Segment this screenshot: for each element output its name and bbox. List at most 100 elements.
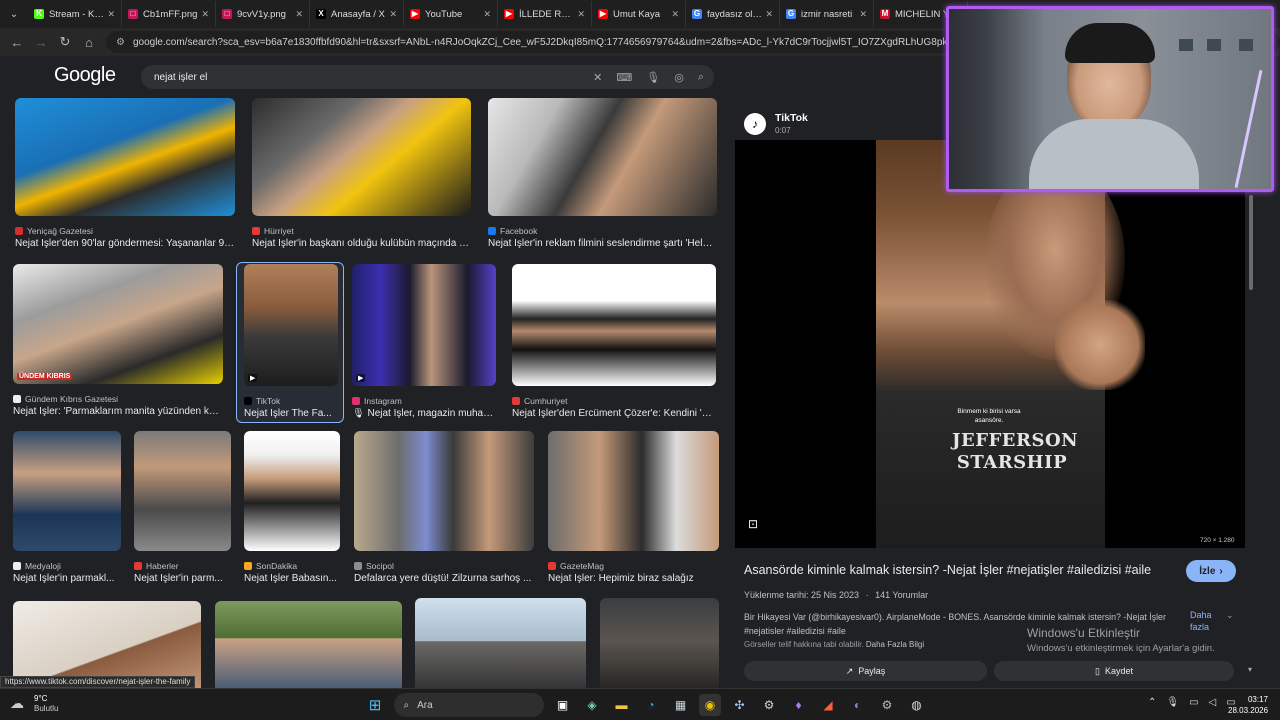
- gear-icon[interactable]: ⚙: [876, 694, 898, 716]
- site-info-icon[interactable]: ⚙: [116, 37, 125, 48]
- result-thumbnail[interactable]: [13, 431, 121, 551]
- result-source[interactable]: Haberler: [134, 561, 179, 571]
- tab-close-icon[interactable]: ✕: [671, 9, 679, 20]
- tab-close-icon[interactable]: ✕: [483, 9, 491, 20]
- result-title[interactable]: Nejat İşler'in başkanı olduğu kulübün ma…: [252, 238, 471, 249]
- app-icon[interactable]: ♦: [788, 694, 810, 716]
- tab-close-icon[interactable]: ✕: [577, 9, 585, 20]
- share-button[interactable]: ↗ Paylaş: [744, 661, 987, 681]
- store-icon[interactable]: ▦: [670, 694, 692, 716]
- chrome-icon[interactable]: ◉: [699, 694, 721, 716]
- browser-tab[interactable]: ▶ İLLEDE ROM ✕: [498, 1, 592, 27]
- google-logo[interactable]: Google: [54, 64, 116, 87]
- result-thumbnail[interactable]: [512, 264, 716, 386]
- keyboard-icon[interactable]: ⌨: [616, 71, 632, 84]
- network-icon[interactable]: ▭: [1189, 697, 1198, 708]
- file-explorer-icon[interactable]: ▬: [611, 694, 633, 716]
- browser-tab[interactable]: ▶ YouTube ✕: [404, 1, 498, 27]
- settings-app-icon[interactable]: ✣: [729, 694, 751, 716]
- search-box[interactable]: nejat işler el ✕ ⌨ 🎙 ◎ ⌕: [141, 65, 714, 89]
- tab-close-icon[interactable]: ✕: [765, 9, 773, 20]
- tab-search-icon[interactable]: ⌄: [4, 4, 24, 24]
- result-source[interactable]: Medyaloji: [13, 561, 61, 571]
- browser-tab[interactable]: K Stream - Kick ✕: [28, 1, 122, 27]
- result-source[interactable]: Yeniçağ Gazetesi: [15, 226, 93, 236]
- result-thumbnail[interactable]: [600, 598, 719, 688]
- result-thumbnail[interactable]: ▶: [352, 264, 496, 386]
- result-thumbnail[interactable]: [252, 98, 471, 216]
- chevron-down-icon[interactable]: ⌄: [1226, 610, 1234, 621]
- result-title[interactable]: Nejat İşler'in reklam filmini seslendirm…: [488, 238, 717, 249]
- forward-icon[interactable]: →: [30, 31, 52, 53]
- lens-icon[interactable]: ◎: [674, 71, 684, 84]
- widgets-icon[interactable]: ◈: [581, 694, 603, 716]
- result-thumbnail[interactable]: [354, 431, 534, 551]
- browser-tab[interactable]: X Anasayfa / X ✕: [310, 1, 404, 27]
- result-source[interactable]: GazeteMag: [548, 561, 604, 571]
- browser-tab[interactable]: Gfaydasız olan ✕: [686, 1, 780, 27]
- back-icon[interactable]: ←: [6, 31, 28, 53]
- result-source[interactable]: Instagram: [352, 396, 402, 406]
- more-info-link[interactable]: Daha Fazla Bilgi: [866, 640, 924, 649]
- reload-icon[interactable]: ↻: [54, 31, 76, 53]
- chevron-up-icon[interactable]: ⌃: [1148, 697, 1156, 708]
- result-source[interactable]: Hürriyet: [252, 226, 294, 236]
- clear-icon[interactable]: ✕: [593, 71, 602, 84]
- video-title[interactable]: Asansörde kiminle kalmak istersin? -Neja…: [744, 563, 1151, 577]
- microphone-icon[interactable]: 🎙: [1166, 697, 1179, 708]
- result-thumbnail[interactable]: ÜNDEM KIBRIS: [13, 264, 223, 384]
- start-icon[interactable]: ⊞: [364, 694, 386, 716]
- save-button[interactable]: ▯ Kaydet: [994, 661, 1234, 681]
- browser-tab[interactable]: ▶ Umut Kaya ✕: [592, 1, 686, 27]
- volume-icon[interactable]: ◁: [1209, 697, 1217, 708]
- result-source[interactable]: TikTok: [244, 396, 280, 406]
- source-header[interactable]: ♪ TikTok 0:07: [744, 112, 808, 135]
- result-source[interactable]: Socipol: [354, 561, 394, 571]
- result-source[interactable]: Facebook: [488, 226, 537, 236]
- result-thumbnail[interactable]: [548, 431, 719, 551]
- task-view-icon[interactable]: ▣: [552, 694, 574, 716]
- microphone-icon[interactable]: 🎙: [646, 71, 660, 84]
- discord-icon[interactable]: ◐: [847, 694, 869, 716]
- result-title[interactable]: Nejat İşler'in parm...: [134, 573, 234, 584]
- tab-close-icon[interactable]: ✕: [201, 9, 209, 20]
- result-title[interactable]: 🎙 Nejat İşler, magazin muhab...: [352, 408, 496, 419]
- result-thumbnail[interactable]: [15, 98, 235, 216]
- result-thumbnail[interactable]: ▶: [244, 264, 338, 386]
- video-preview[interactable]: [735, 140, 1245, 548]
- search-input[interactable]: nejat işler el: [154, 72, 579, 83]
- browser-tab[interactable]: □ 9cvV1y.png ✕: [216, 1, 310, 27]
- tab-close-icon[interactable]: ✕: [295, 9, 303, 20]
- result-title[interactable]: Nejat İşler The Fa...: [244, 408, 336, 419]
- result-title[interactable]: Nejat İşler'den 90'lar göndermesi: Yaşan…: [15, 238, 235, 249]
- edge-icon[interactable]: ◔: [640, 694, 662, 716]
- result-thumbnail[interactable]: [13, 601, 201, 688]
- tab-close-icon[interactable]: ✕: [389, 9, 397, 20]
- result-title[interactable]: Nejat İşler'in parmakl...: [13, 573, 121, 584]
- tab-close-icon[interactable]: ✕: [859, 9, 867, 20]
- result-thumbnail[interactable]: [488, 98, 717, 216]
- result-title[interactable]: Defalarca yere düştü! Zilzurna sarhoş ..…: [354, 573, 534, 584]
- browser-tab[interactable]: Gizmir nasreti ✕: [780, 1, 874, 27]
- obs-icon[interactable]: ◍: [906, 694, 928, 716]
- home-icon[interactable]: ⌂: [78, 31, 100, 53]
- result-title[interactable]: Nejat İşler'den Ercüment Çözer'e: Kendin…: [512, 408, 716, 419]
- result-title[interactable]: Nejat İşler: 'Parmaklarım manita yüzünde…: [13, 406, 223, 417]
- result-title[interactable]: Nejat İşler: Hepimiz biraz salağız: [548, 573, 719, 584]
- taskbar-search[interactable]: ⌕ Ara: [393, 693, 544, 717]
- result-thumbnail[interactable]: [415, 598, 586, 688]
- search-icon[interactable]: ⌕: [698, 71, 704, 84]
- watch-button[interactable]: İzle ›: [1186, 560, 1236, 582]
- recorder-icon[interactable]: ◢: [817, 694, 839, 716]
- result-thumbnail[interactable]: [244, 431, 340, 551]
- lens-search-icon[interactable]: ⊡: [748, 517, 764, 533]
- result-source[interactable]: SonDakika: [244, 561, 297, 571]
- result-source[interactable]: Cumhuriyet: [512, 396, 567, 406]
- result-thumbnail[interactable]: [134, 431, 231, 551]
- panel-scrollbar[interactable]: [1249, 195, 1253, 290]
- tab-close-icon[interactable]: ✕: [107, 9, 115, 20]
- clock[interactable]: 03:17 28.03.2026: [1228, 694, 1268, 716]
- scroll-down-icon[interactable]: ▾: [1248, 665, 1252, 674]
- browser-tab[interactable]: □ Cb1mFF.png ✕: [122, 1, 216, 27]
- result-thumbnail[interactable]: [215, 601, 402, 688]
